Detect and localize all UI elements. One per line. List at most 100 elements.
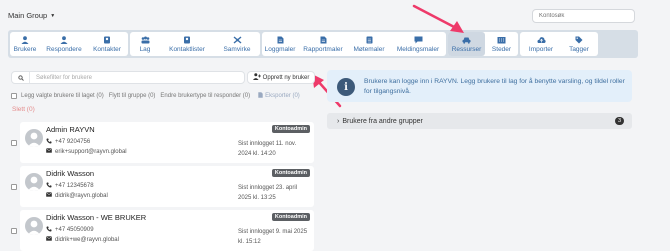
user-search-field[interactable]: Søkefilter for brukere	[11, 71, 245, 84]
envelope-icon	[46, 192, 52, 199]
user-checkbox[interactable]	[11, 228, 17, 234]
nav-item-label: Loggmaler	[264, 45, 296, 53]
user-name: Didrik Wasson - WE BRUKER	[46, 213, 147, 222]
nav-item-label: Respondere	[46, 45, 82, 53]
bulk-actions-bar: Legg valgte brukere til laget (0) Flytt …	[11, 91, 317, 100]
last-login: Sist innlogget 11. nov. 2024 kl. 14:20	[238, 141, 297, 157]
cloud-upload-icon	[536, 36, 546, 45]
user-email: didrik+we@rayvn.global	[46, 236, 119, 243]
other-groups-label: Brukere fra andre grupper	[342, 117, 423, 125]
account-search-input[interactable]	[532, 9, 635, 23]
nav-item-label: Lag	[139, 45, 151, 53]
nav-item-brukere[interactable]: Brukere	[10, 32, 40, 56]
nav-item-steder[interactable]: Steder	[487, 32, 516, 56]
user-checkbox[interactable]	[11, 140, 17, 146]
nav-item-label: Samvirke	[223, 45, 251, 53]
nav-item-label: Ressurser	[451, 45, 482, 53]
nav-item-respondere[interactable]: Respondere	[43, 32, 85, 56]
user-name: Admin RAYVN	[46, 125, 95, 134]
user-email: didrik@rayvn.global	[46, 192, 108, 199]
envelope-icon	[46, 236, 52, 243]
nav-item-samvirke[interactable]: Samvirke	[215, 32, 259, 56]
change-type-action[interactable]: Endre brukertype til responder (0)	[160, 93, 250, 99]
contact-list-icon	[183, 36, 192, 45]
log-template-icon	[276, 36, 285, 45]
avatar	[25, 129, 43, 147]
phone-number: +47 12345678	[55, 183, 94, 189]
role-badge: Kontoadmin	[271, 213, 310, 221]
user-checkbox[interactable]	[11, 184, 17, 190]
nav-item-label: Importer	[528, 45, 554, 53]
user-row: Didrik Wasson Kontoadmin +47 12345678 di…	[8, 166, 314, 207]
export-label: Eksporter (0)	[265, 92, 300, 99]
nav-item-label: Brukere	[13, 45, 37, 53]
add-user-icon	[252, 73, 261, 82]
search-icon	[12, 72, 30, 83]
count-badge: 3	[615, 117, 624, 125]
building-icon	[497, 36, 506, 45]
user-row: Admin RAYVN Kontoadmin +47 9204756 erik+…	[8, 122, 314, 163]
group-select[interactable]: Main Group ▼	[8, 11, 55, 20]
file-icon	[258, 91, 263, 100]
phone-icon	[46, 138, 52, 146]
last-login: Sist innlogget 9. mai 2025 kl. 15:12	[238, 229, 308, 245]
user-card[interactable]: Didrik Wasson - WE BRUKER Kontoadmin +47…	[20, 210, 314, 251]
nav-item-label: Rapportmaler	[303, 45, 343, 53]
nav-item-label: Tagger	[569, 45, 589, 53]
nav-item-label: Kontaktlister	[169, 45, 205, 53]
envelope-icon	[46, 148, 52, 155]
info-text: Brukere kan logge inn i RAYVN. Legg bruk…	[364, 78, 625, 95]
user-card[interactable]: Admin RAYVN Kontoadmin +47 9204756 erik+…	[20, 122, 314, 163]
caret-down-icon: ▼	[50, 12, 56, 19]
avatar	[25, 217, 43, 235]
move-to-group-action[interactable]: Flytt til gruppe (0)	[109, 93, 156, 99]
meeting-template-icon	[365, 36, 374, 45]
annotation-arrow	[412, 4, 464, 33]
delete-action[interactable]: Slett (0)	[12, 106, 35, 113]
top-bar: Main Group ▼	[0, 0, 670, 30]
users-panel: Søkefilter for brukere Opprett ny bruker…	[8, 66, 317, 251]
nav-item-loggmaler[interactable]: Loggmaler	[262, 32, 298, 56]
contact-card-icon	[103, 36, 112, 45]
create-user-label: Opprett ny bruker	[262, 74, 310, 81]
create-user-button[interactable]: Opprett ny bruker	[247, 71, 315, 84]
phone-number: +47 45050909	[55, 227, 94, 233]
nav-item-label: Møtemaler	[353, 45, 385, 53]
nav-item-motemaler[interactable]: Møtemaler	[348, 32, 390, 56]
person-icon	[60, 36, 69, 45]
phone-icon	[46, 182, 52, 190]
nav-item-tagger[interactable]: Tagger	[562, 32, 596, 56]
phone-number: +47 9204756	[55, 139, 91, 145]
user-phone: +47 9204756	[46, 138, 90, 146]
add-to-team-action[interactable]: Legg valgte brukere til laget (0)	[21, 93, 104, 99]
user-email: erik+support@rayvn.global	[46, 148, 127, 155]
info-icon: i	[337, 78, 355, 96]
other-groups-toggle[interactable]: › Brukere fra andre grupper 3	[327, 113, 632, 129]
email-address: didrik+we@rayvn.global	[55, 236, 119, 243]
cooperation-icon	[233, 36, 242, 45]
user-card[interactable]: Didrik Wasson Kontoadmin +47 12345678 di…	[20, 166, 314, 207]
report-template-icon	[319, 36, 328, 45]
export-action[interactable]: Eksporter (0)	[258, 91, 300, 100]
nav-item-kontaktlister[interactable]: Kontaktlister	[162, 32, 212, 56]
user-phone: +47 12345678	[46, 182, 94, 190]
user-name: Didrik Wasson	[46, 169, 95, 178]
nav-item-rapportmaler[interactable]: Rapportmaler	[300, 32, 346, 56]
user-row: Didrik Wasson - WE BRUKER Kontoadmin +47…	[8, 210, 314, 251]
select-all-checkbox[interactable]	[11, 92, 17, 99]
team-icon	[141, 36, 150, 45]
nav-group-teams: Lag Kontaktlister Samvirke	[130, 32, 260, 56]
nav-item-kontakter[interactable]: Kontakter	[88, 32, 126, 56]
avatar	[25, 173, 43, 191]
nav-group-tools: Importer Tagger	[520, 32, 598, 56]
nav-item-lag[interactable]: Lag	[130, 32, 160, 56]
user-icon	[21, 36, 30, 45]
phone-icon	[46, 226, 52, 234]
email-address: didrik@rayvn.global	[55, 192, 108, 199]
info-box: i Brukere kan logge inn i RAYVN. Legg br…	[327, 70, 632, 102]
email-address: erik+support@rayvn.global	[55, 148, 127, 155]
nav-item-importer[interactable]: Importer	[522, 32, 560, 56]
user-search-placeholder: Søkefilter for brukere	[36, 74, 93, 81]
role-badge: Kontoadmin	[271, 125, 310, 133]
last-login: Sist innlogget 23. april 2025 kl. 13:25	[238, 185, 298, 201]
